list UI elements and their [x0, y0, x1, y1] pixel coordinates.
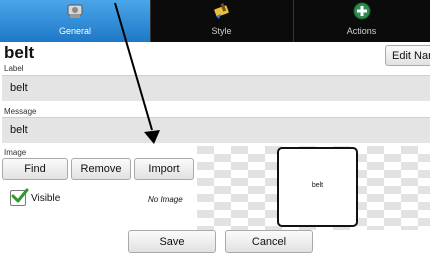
message-field[interactable]: belt [2, 117, 430, 143]
edit-name-button[interactable]: Edit Name [385, 45, 430, 66]
checkmark-icon [11, 188, 29, 203]
disk-drive-icon [67, 4, 83, 18]
preview-label: belt [311, 182, 324, 189]
visible-label: Visible [31, 193, 61, 204]
label-caption: Label [4, 64, 24, 73]
image-preview-area: belt [197, 146, 430, 230]
tab-style-label: Style [211, 26, 232, 36]
tab-style[interactable]: Style [150, 0, 293, 42]
label-field[interactable]: belt [2, 75, 430, 101]
visible-checkbox[interactable] [10, 188, 29, 206]
import-button[interactable]: Import [134, 158, 194, 180]
image-caption: Image [4, 148, 27, 157]
tab-general-label: General [58, 26, 92, 36]
remove-button[interactable]: Remove [71, 158, 131, 180]
save-button[interactable]: Save [128, 230, 216, 253]
page-title: belt [4, 43, 35, 62]
tab-bar: General Style Actions [0, 0, 430, 42]
find-button[interactable]: Find [2, 158, 68, 180]
tab-general[interactable]: General [0, 0, 150, 42]
message-caption: Message [4, 107, 37, 116]
button-preview: belt [277, 147, 358, 227]
plus-circle-icon [353, 2, 370, 20]
tab-actions-label: Actions [346, 26, 377, 36]
tab-actions[interactable]: Actions [293, 0, 430, 42]
no-image-text: No Image [148, 195, 183, 204]
paint-brush-icon [213, 3, 229, 19]
cancel-button[interactable]: Cancel [225, 230, 313, 253]
